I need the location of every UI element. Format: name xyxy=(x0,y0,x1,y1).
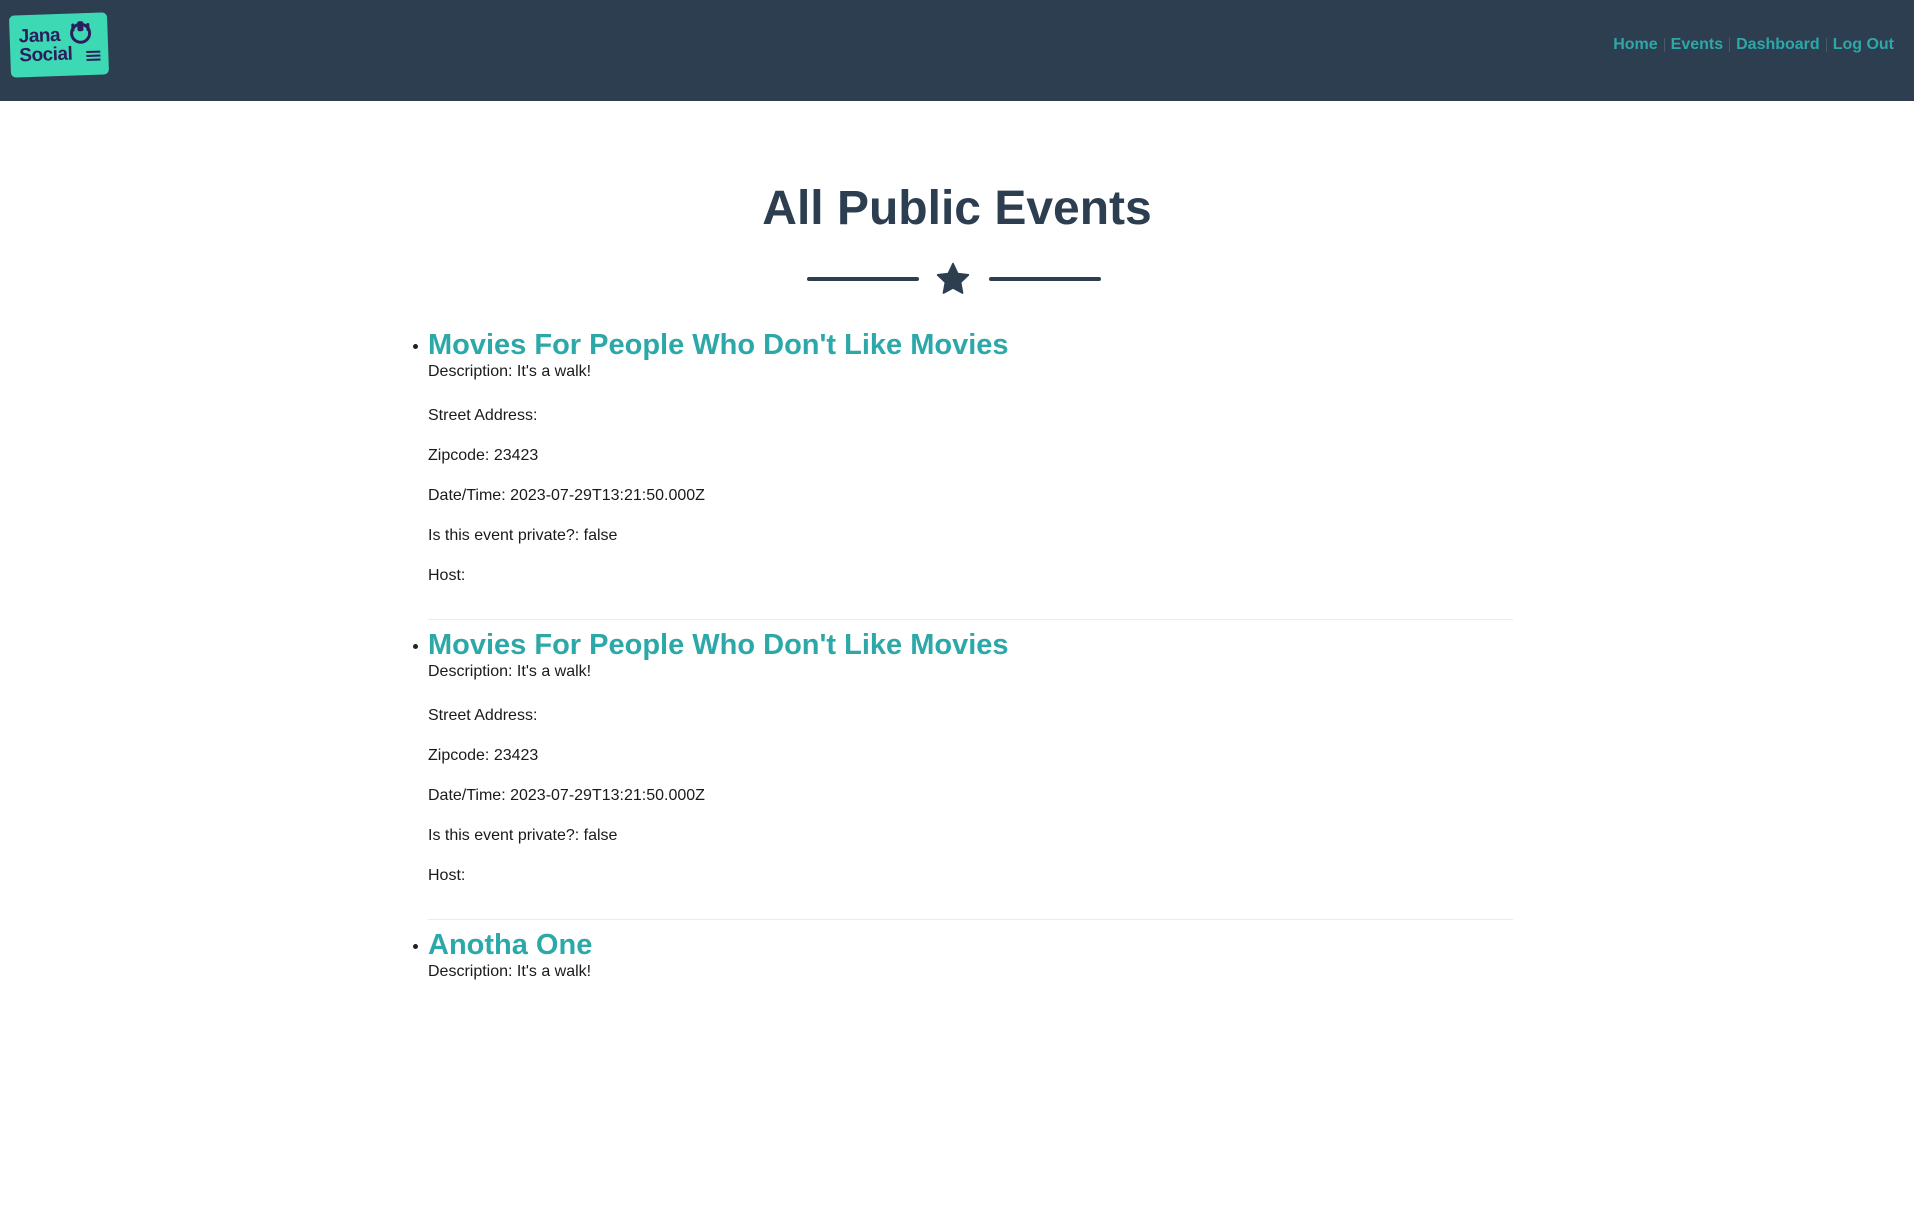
nav-logout-link[interactable]: Log Out xyxy=(1833,36,1894,54)
nav-dashboard-link[interactable]: Dashboard xyxy=(1736,36,1820,54)
event-datetime: Date/Time: 2023-07-29T13:21:50.000Z xyxy=(428,787,705,804)
event-description: Description: It's a walk! xyxy=(428,663,592,680)
page-title: All Public Events xyxy=(762,182,1152,235)
event-details: Description: It's a walk! Street Address… xyxy=(428,362,1513,602)
event-host: Host: xyxy=(428,867,466,884)
nav-separator xyxy=(1825,38,1827,52)
event-private-flag: Is this event private?: false xyxy=(428,527,618,544)
event-item: Movies For People Who Don't Like Movies … xyxy=(405,320,1513,620)
event-details: Description: It's a walk! xyxy=(428,962,1513,1002)
nav-separator xyxy=(1663,38,1665,52)
nav-separator xyxy=(1729,38,1731,52)
event-list: Movies For People Who Don't Like Movies … xyxy=(405,320,1513,1220)
event-street-address: Street Address: xyxy=(428,407,538,424)
event-description: Description: It's a walk! xyxy=(428,363,592,380)
bullet-icon xyxy=(413,944,418,949)
navbar: Jana Social Home Events Dashboard Log Ou… xyxy=(0,0,1914,101)
event-private-flag: Is this event private?: false xyxy=(428,827,618,844)
divider-line-right xyxy=(989,277,1101,281)
nav-events-link[interactable]: Events xyxy=(1671,36,1723,54)
jana-social-logo[interactable]: Jana Social xyxy=(8,12,110,78)
star-icon xyxy=(936,262,970,294)
event-zipcode: Zipcode: 23423 xyxy=(428,747,539,764)
nav-home-link[interactable]: Home xyxy=(1613,36,1657,54)
main-nav: Home Events Dashboard Log Out xyxy=(1613,36,1894,54)
divider-line-left xyxy=(807,277,919,281)
event-title-link[interactable]: Anotha One xyxy=(428,920,1513,962)
logo-tagline-mark xyxy=(86,50,101,63)
event-title-link[interactable]: Movies For People Who Don't Like Movies xyxy=(428,320,1513,362)
event-title-link[interactable]: Movies For People Who Don't Like Movies xyxy=(428,620,1513,662)
event-details: Description: It's a walk! Street Address… xyxy=(428,662,1513,902)
event-street-address: Street Address: xyxy=(428,707,538,724)
event-description: Description: It's a walk! xyxy=(428,963,592,980)
event-zipcode: Zipcode: 23423 xyxy=(428,447,539,464)
event-host: Host: xyxy=(428,567,466,584)
bullet-icon xyxy=(413,644,418,649)
event-item: Anotha One Description: It's a walk! xyxy=(405,920,1513,1220)
title-divider xyxy=(807,257,1101,297)
bullet-icon xyxy=(413,344,418,349)
event-datetime: Date/Time: 2023-07-29T13:21:50.000Z xyxy=(428,487,705,504)
logo-mark-icon xyxy=(70,21,92,44)
event-item: Movies For People Who Don't Like Movies … xyxy=(405,620,1513,920)
